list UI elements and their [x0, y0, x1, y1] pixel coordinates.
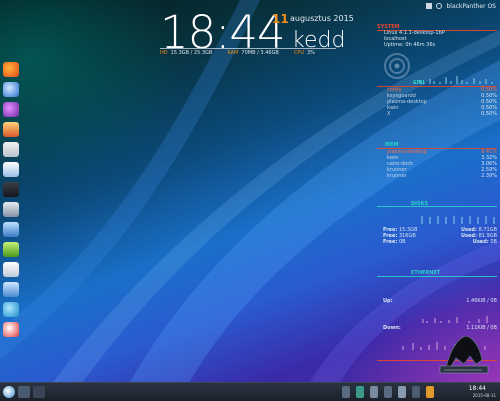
- date-day: 11: [272, 12, 289, 26]
- taskbar-date[interactable]: 2015-08-11: [473, 393, 496, 398]
- package-manager-icon[interactable]: [3, 282, 19, 297]
- date-month: augusztus 2015: [290, 14, 354, 23]
- up-label: Up:: [383, 298, 393, 304]
- taskbar-clock[interactable]: 18:44: [469, 385, 486, 392]
- ram-label: RAM: [227, 50, 239, 56]
- terminal-icon[interactable]: [3, 182, 19, 197]
- grid-icon[interactable]: [426, 3, 433, 9]
- system-info: Linux 4.1.1-desktop-1bP localhost Uptime…: [384, 30, 445, 48]
- top-tray: blackPanther OS: [422, 0, 500, 12]
- mem-process-list: plasma-desktop 8.41% kwin 3.32% cairo-dock…: [377, 149, 497, 179]
- volume-icon[interactable]: [398, 386, 406, 398]
- ethernet-up: Up: 1.46KiB / 0B: [377, 298, 497, 304]
- help-icon[interactable]: [3, 322, 19, 337]
- network-tray-icon[interactable]: [412, 386, 420, 398]
- office-icon[interactable]: [3, 142, 19, 157]
- disk-row: Free: 0B Used: 0B: [383, 239, 497, 245]
- settings-icon[interactable]: [3, 202, 19, 217]
- hd-value: 15.3GB / 25.3GB: [170, 50, 213, 56]
- graphics-icon[interactable]: [3, 242, 19, 257]
- ram-value: 70MB / 3.46GB: [241, 50, 279, 56]
- keyboard-layout-icon[interactable]: [384, 386, 392, 398]
- disks-list: Free: 15.3GB Used: 8.71GB Free: 316GB Us…: [377, 227, 497, 245]
- up-value: 1.46KiB / 0B: [466, 298, 497, 304]
- updates-icon[interactable]: [426, 386, 434, 398]
- disks-rule: [377, 206, 497, 207]
- cpu-value: 3%: [306, 50, 315, 56]
- wifi-icon[interactable]: [436, 3, 443, 9]
- hd-label: HD: [160, 50, 168, 56]
- down-label: Down:: [383, 325, 401, 331]
- system-uptime: Uptime: 0h 46m 36s: [384, 42, 436, 48]
- desktop-icon[interactable]: [18, 386, 30, 398]
- notification-icon[interactable]: [356, 386, 364, 398]
- browser-icon[interactable]: [3, 82, 19, 97]
- list-item: X 0.50%: [387, 111, 497, 117]
- taskbar: 18:44 2015-08-11: [0, 382, 500, 401]
- network-icon[interactable]: [3, 302, 19, 317]
- os-label[interactable]: blackPanther OS: [446, 3, 496, 10]
- workspace-icon[interactable]: [33, 386, 45, 398]
- clipboard-icon[interactable]: [370, 386, 378, 398]
- disks-graph: [421, 216, 495, 224]
- mail-icon[interactable]: [3, 122, 19, 137]
- application-launcher-icon[interactable]: [3, 386, 15, 398]
- swirl-logo: [384, 53, 410, 79]
- upload-graph: [422, 316, 488, 323]
- cpu-label: CPU: [293, 50, 304, 56]
- text-editor-icon[interactable]: [3, 262, 19, 277]
- file-manager-icon[interactable]: [3, 222, 19, 237]
- firefox-icon[interactable]: [3, 62, 19, 77]
- panther-logo: [439, 335, 489, 374]
- application-dock: [3, 62, 21, 337]
- clock-stats: HD 15.3GB / 25.3GB RAM 70MB / 3.46GB CPU…: [160, 50, 315, 56]
- calendar-icon[interactable]: [3, 162, 19, 177]
- ethernet-rule: [377, 276, 497, 277]
- battery-icon[interactable]: [342, 386, 350, 398]
- cpu-process-list: conky 0.50% ksysguardd 0.50% plasma-deskto…: [377, 87, 497, 117]
- clock-divider: [160, 48, 336, 49]
- media-player-icon[interactable]: [3, 102, 19, 117]
- list-item: krunner 2.39%: [387, 173, 497, 179]
